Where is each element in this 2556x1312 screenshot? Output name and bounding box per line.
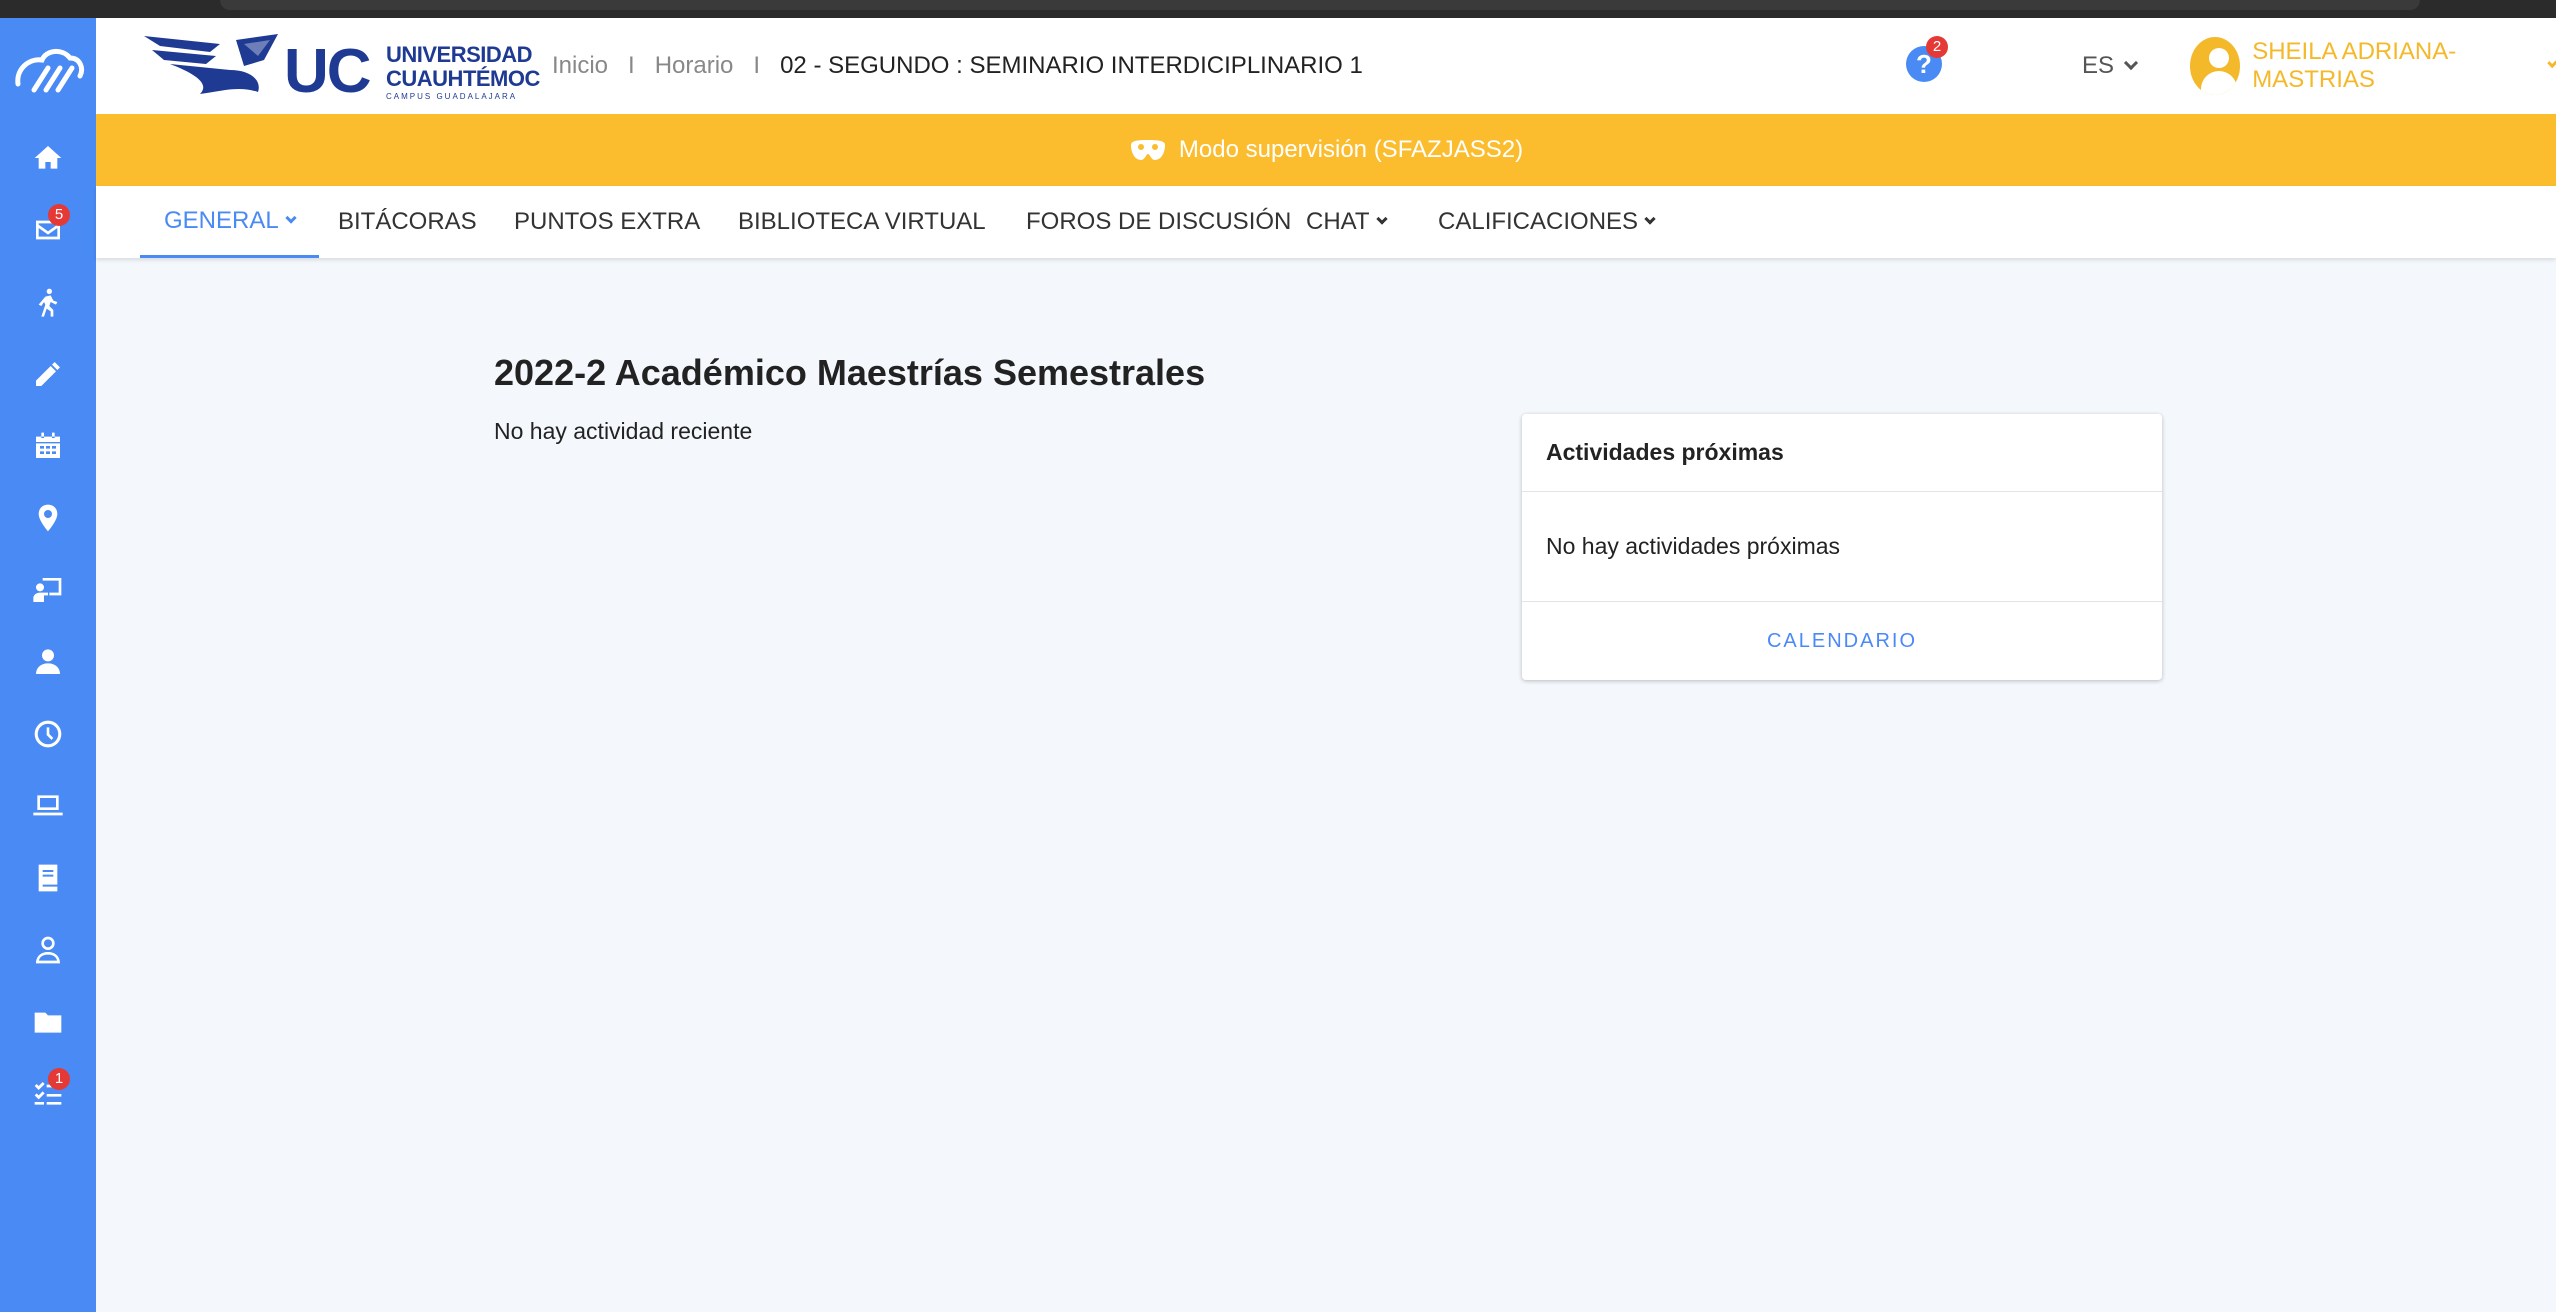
sidebar-item-home[interactable] (0, 128, 96, 188)
tab-general[interactable]: GENERAL (140, 186, 319, 258)
language-selector[interactable]: ES (2082, 18, 2139, 114)
breadcrumb-separator: I (628, 52, 635, 79)
breadcrumb: Inicio I Horario I 02 - SEGUNDO : SEMINA… (552, 18, 1363, 114)
walking-icon (38, 288, 58, 317)
sidebar-item-history[interactable] (0, 704, 96, 764)
tab-label: BITÁCORAS (338, 208, 477, 235)
sidebar-item-calendar[interactable] (0, 416, 96, 476)
mail-badge: 5 (48, 204, 70, 226)
user-outline-icon (36, 936, 60, 964)
supervision-text: Modo supervisión (SFAZJASS2) (1178, 136, 1524, 163)
tab-label: GENERAL (164, 206, 279, 234)
laptop-icon (33, 795, 63, 816)
chevron-down-icon (1375, 213, 1388, 225)
browser-top-strip (0, 0, 2556, 18)
pencil-icon (36, 362, 60, 386)
calendar-icon (36, 432, 60, 458)
breadcrumb-schedule[interactable]: Horario (655, 52, 734, 80)
tab-label: CHAT (1306, 208, 1370, 235)
card-empty-text: No hay actividades próximas (1522, 492, 2162, 602)
recent-activity-text: No hay actividad reciente (494, 418, 753, 444)
sidebar-item-location[interactable] (0, 488, 96, 548)
card-title: Actividades próximas (1522, 414, 2162, 492)
sidebar-item-files[interactable] (0, 992, 96, 1052)
calendar-button[interactable]: CALENDARIO (1522, 602, 2162, 680)
tab-bitacoras[interactable]: BITÁCORAS (314, 186, 501, 258)
user-menu[interactable]: SHEILA ADRIANA- MASTRIAS (2190, 18, 2556, 114)
mask-icon (1130, 140, 1165, 160)
eagle-logo-icon (144, 34, 278, 94)
sidebar-item-activities[interactable] (0, 272, 96, 332)
breadcrumb-separator: I (753, 52, 761, 79)
sidebar-item-mail[interactable]: 5 (0, 200, 96, 260)
tab-foros[interactable]: FOROS DE DISCUSIÓN (1002, 186, 1315, 258)
chevron-down-icon (2546, 57, 2556, 69)
tab-label: FOROS DE DISCUSIÓN (1026, 208, 1292, 235)
tab-label: CALIFICACIONES (1438, 208, 1639, 235)
chevron-down-icon (2123, 55, 2139, 71)
sidebar-item-tasks[interactable]: 1 (0, 1064, 96, 1124)
clock-icon (34, 720, 62, 748)
avatar (2190, 37, 2241, 95)
chevron-down-icon (1644, 213, 1656, 225)
tab-puntos-extra[interactable]: PUNTOS EXTRA (490, 186, 724, 258)
tab-calificaciones[interactable]: CALIFICACIONES (1414, 186, 1678, 258)
top-header: UC UNIVERSIDAD CUAUHTÉMOC CAMPUS GUADALA… (96, 18, 2556, 114)
tab-label: BIBLIOTECA VIRTUAL (738, 208, 986, 235)
folder-icon (34, 1012, 62, 1033)
page-title: 2022-2 Académico Maestrías Semestrales (494, 352, 1206, 393)
sidebar-item-teaching[interactable] (0, 560, 96, 620)
tab-biblioteca-virtual[interactable]: BIBLIOTECA VIRTUAL (714, 186, 1010, 258)
user-icon (36, 649, 60, 674)
sidebar-item-online[interactable] (0, 776, 96, 836)
chevron-down-icon (285, 211, 297, 224)
sidebar-item-edit[interactable] (0, 344, 96, 404)
breadcrumb-home[interactable]: Inicio (552, 52, 608, 80)
logo-name-line1: UNIVERSIDAD (386, 42, 533, 67)
sidebar: 5 1 (0, 18, 96, 1312)
logo-name-line2: CUAUHTÉMOC (386, 66, 540, 91)
book-icon (38, 864, 58, 892)
logo-short-name: UC (284, 37, 372, 106)
sidebar-item-account[interactable] (0, 920, 96, 980)
logo-campus: CAMPUS GUADALAJARA (386, 92, 518, 101)
supervision-banner: Modo supervisión (SFAZJASS2) (96, 114, 2556, 186)
browser-tab-shape (220, 0, 2420, 10)
help-badge: 2 (1926, 36, 1948, 58)
language-label: ES (2082, 52, 2115, 79)
location-pin-icon (38, 504, 58, 532)
course-tabs: GENERAL BITÁCORAS PUNTOS EXTRA BIBLIOTEC… (96, 186, 2556, 258)
sidebar-item-profile[interactable] (0, 632, 96, 692)
university-logo[interactable]: UC UNIVERSIDAD CUAUHTÉMOC CAMPUS GUADALA… (140, 28, 540, 106)
home-icon (34, 146, 62, 169)
tab-label: PUNTOS EXTRA (514, 208, 701, 235)
sidebar-item-library[interactable] (0, 848, 96, 908)
upcoming-activities-card: Actividades próximas No hay actividades … (1522, 414, 2162, 680)
user-name: SHEILA ADRIANA- MASTRIAS (2252, 38, 2457, 93)
app-logo-icon[interactable] (10, 40, 86, 98)
help-button[interactable]: ? 2 (1906, 36, 1948, 82)
breadcrumb-current: 02 - SEGUNDO : SEMINARIO INTERDICIPLINAR… (780, 52, 1363, 79)
teacher-board-icon (33, 578, 62, 602)
tasks-badge: 1 (48, 1068, 70, 1090)
tab-chat[interactable]: CHAT (1282, 186, 1410, 258)
